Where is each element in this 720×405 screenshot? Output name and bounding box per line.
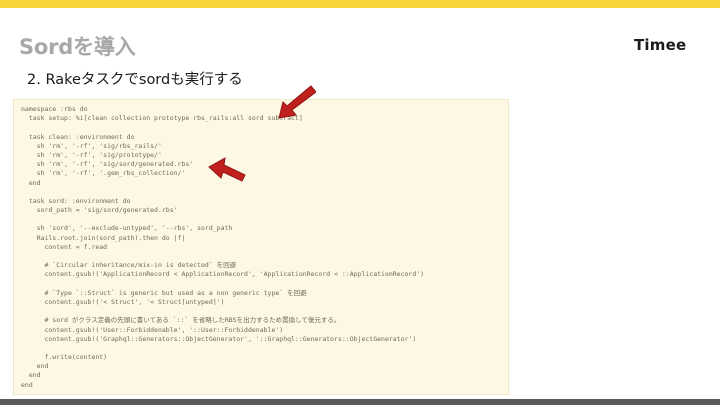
code-text: namespace :rbs do task setup: %i[clean c… — [14, 100, 508, 390]
code-line: content.gsub!('< Struct', '< Struct[unty… — [21, 297, 225, 306]
code-line: sh 'rm', '-rf', 'sig/sord/generated.rbs' — [21, 160, 194, 169]
slide-title: Sordを導入 — [19, 35, 136, 59]
code-line: sord_path = 'sig/sord/generated.rbs' — [21, 206, 178, 215]
code-line: sh 'rm', '-rf', '.gem_rbs_collection/' — [21, 169, 186, 178]
arrow-icon — [278, 85, 316, 119]
bottom-bar — [0, 399, 720, 405]
code-line: content.gsub!('User::Forbiddenable', '::… — [21, 325, 284, 334]
slide-subtitle: 2. Rakeタスクでsordも実行する — [27, 72, 243, 88]
code-block: namespace :rbs do task setup: %i[clean c… — [13, 99, 509, 395]
code-line: end — [21, 178, 41, 187]
code-line: namespace :rbs do — [21, 105, 88, 113]
code-line: content = f.read — [21, 242, 108, 251]
top-accent-bar — [0, 0, 720, 8]
code-line: end — [21, 371, 41, 380]
code-line: # `Circular inheritance/mix-in is detect… — [21, 261, 237, 270]
code-line: content.gsub!('ApplicationRecord < Appli… — [21, 270, 425, 279]
code-line: content.gsub!('Graphql::Generators::Obje… — [21, 334, 417, 343]
brand-logo: Timee — [634, 36, 687, 54]
code-line: # sord がクラス定義の先頭に書いてある `::` を省略したRBSを出力す… — [21, 316, 341, 325]
code-line: # `Type `::Struct` is generic but used a… — [21, 288, 307, 297]
code-line: sh 'rm', '-rf', 'sig/rbs_rails/' — [21, 141, 162, 150]
code-line: task setup: %i[clean collection prototyp… — [21, 114, 303, 123]
code-line: f.write(content) — [21, 353, 108, 362]
code-line: end — [21, 362, 49, 371]
code-line: task sord: :environment do — [21, 196, 131, 205]
code-line: sh 'rm', '-rf', 'sig/prototype/' — [21, 150, 162, 159]
code-line: task clean: :environment do — [21, 132, 135, 141]
code-line: sh 'sord', '--exclude-untyped', '--rbs',… — [21, 224, 233, 233]
arrow-icon — [208, 157, 246, 182]
code-line: Rails.root.join(sord_path).then do |f| — [21, 233, 186, 242]
code-line: end — [21, 380, 33, 389]
